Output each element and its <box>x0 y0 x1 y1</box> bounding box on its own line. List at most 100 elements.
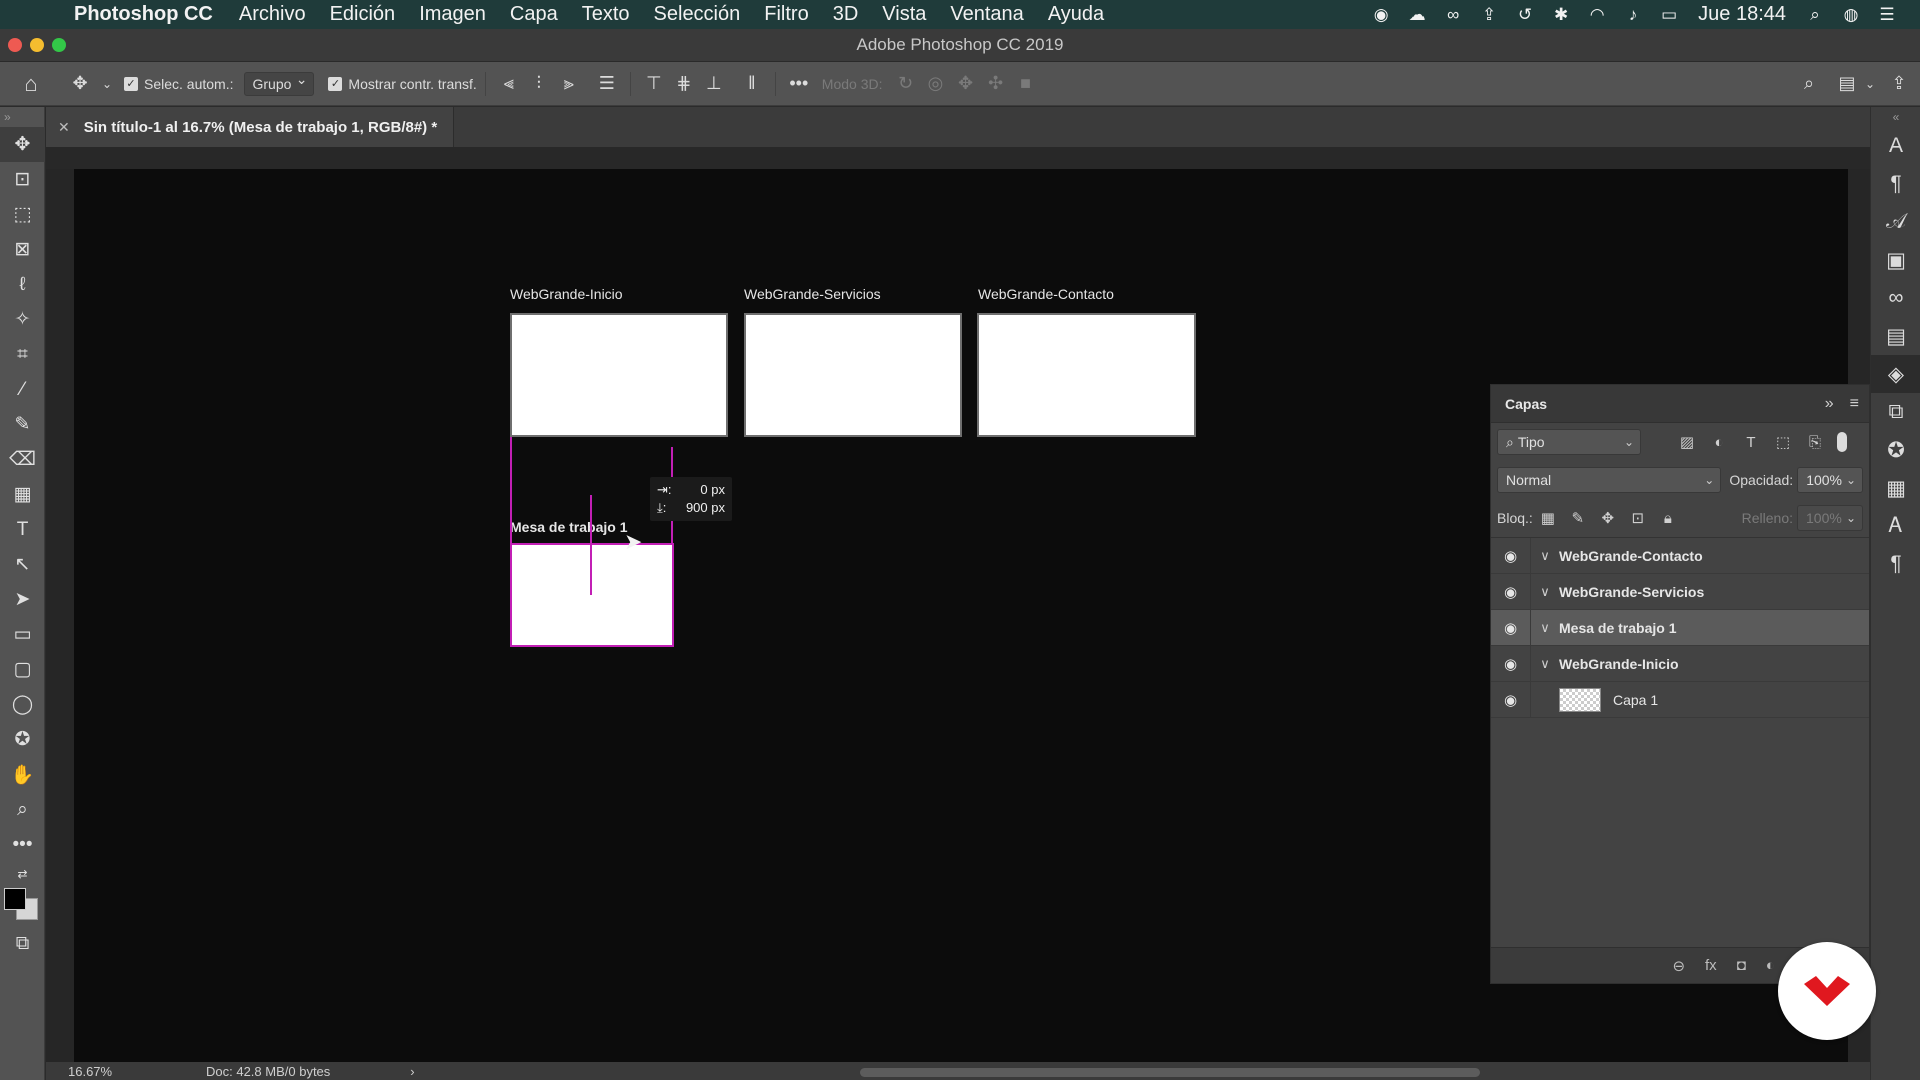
filter-adjustment-icon[interactable]: ◐ <box>1703 434 1735 451</box>
swap-colors-icon[interactable]: ⇄ <box>0 862 45 886</box>
layer-row-webgrande-servicios[interactable]: ◉ ∨ WebGrande-Servicios <box>1491 573 1869 610</box>
cloud-icon[interactable]: ☁ <box>1406 5 1428 24</box>
wifi-icon[interactable]: ◠ <box>1586 5 1608 24</box>
slide-3d-icon[interactable]: ✣ <box>981 70 1011 98</box>
minimize-window-button[interactable] <box>30 38 44 52</box>
zoom-window-button[interactable] <box>52 38 66 52</box>
brush-tool-icon[interactable]: ✎ <box>0 407 45 442</box>
bluetooth-icon[interactable]: ✱ <box>1550 5 1572 24</box>
type-tool-icon[interactable]: T <box>0 512 45 547</box>
menu-filtro[interactable]: Filtro <box>752 3 820 26</box>
foreground-color-swatch[interactable] <box>4 888 26 910</box>
artboard-webgrande-servicios[interactable] <box>744 313 962 437</box>
visibility-eye-icon[interactable]: ◉ <box>1491 573 1531 610</box>
document-tab[interactable]: ✕ Sin título-1 al 16.7% (Mesa de trabajo… <box>46 107 455 147</box>
align-bottom-icon[interactable]: ⊥ <box>699 70 729 98</box>
horizontal-scrollbar[interactable] <box>860 1068 1480 1077</box>
menu-archivo[interactable]: Archivo <box>227 3 318 26</box>
menubar-clock[interactable]: Jue 18:44 <box>1694 3 1790 26</box>
status-menu-arrow[interactable]: › <box>410 1064 414 1079</box>
menu-edicion[interactable]: Edición <box>318 3 408 26</box>
properties-panel-icon[interactable]: ▤ <box>1871 317 1920 355</box>
align-top-icon[interactable]: ⊤ <box>639 70 669 98</box>
layer-row-webgrande-inicio[interactable]: ◉ ∨ WebGrande-Inicio <box>1491 645 1869 682</box>
artboard-label-mesa-de-trabajo-1[interactable]: Mesa de trabajo 1 <box>510 519 628 535</box>
auto-select-dropdown[interactable]: Grupo <box>243 71 315 96</box>
align-horizontal-center-icon[interactable]: ⫶ <box>524 70 554 98</box>
creative-cloud-libraries-icon[interactable]: ∞ <box>1871 279 1920 317</box>
filter-type-icon[interactable]: T <box>1735 434 1767 451</box>
lock-position-icon[interactable]: ✥ <box>1593 509 1623 527</box>
path-selection-tool-icon[interactable]: ↖ <box>0 547 45 582</box>
artboard-label-servicios[interactable]: WebGrande-Servicios <box>744 286 881 302</box>
expand-chevron-icon[interactable]: ∨ <box>1531 656 1559 672</box>
pan-3d-icon[interactable]: ✥ <box>951 70 981 98</box>
menu-imagen[interactable]: Imagen <box>407 3 498 26</box>
layer-row-mesa-de-trabajo-1[interactable]: ◉ ∨ Mesa de trabajo 1 <box>1491 609 1869 646</box>
orbit-3d-icon[interactable]: ↻ <box>891 70 921 98</box>
gradient-tool-icon[interactable]: ▦ <box>0 477 45 512</box>
home-icon[interactable]: ⌂ <box>0 70 62 98</box>
layer-filter-dropdown[interactable]: ⌕ Tipo ⌄ <box>1497 429 1641 455</box>
share-icon[interactable]: ⇪ <box>1884 70 1914 98</box>
volume-icon[interactable]: ♪ <box>1622 5 1644 24</box>
time-machine-icon[interactable]: ↺ <box>1514 5 1536 24</box>
paragraph-styles-icon[interactable]: ¶ <box>1871 545 1920 583</box>
expand-chevron-icon[interactable]: ∨ <box>1531 584 1559 600</box>
sync-icon[interactable]: ⇪ <box>1478 5 1500 24</box>
collapse-panel-icon[interactable]: » <box>1825 395 1834 413</box>
frame-tool-icon[interactable]: ⊠ <box>0 232 45 267</box>
add-mask-icon[interactable]: ◘ <box>1737 957 1746 974</box>
zoom-level[interactable]: 16.67% <box>46 1064 126 1079</box>
ellipse-tool-icon[interactable]: ◯ <box>0 687 45 722</box>
close-window-button[interactable] <box>8 38 22 52</box>
artboard-tool-icon[interactable]: ⊡ <box>0 162 45 197</box>
visibility-eye-icon[interactable]: ◉ <box>1491 537 1531 574</box>
magic-wand-tool-icon[interactable]: ✧ <box>0 302 45 337</box>
roll-3d-icon[interactable]: ◎ <box>921 70 951 98</box>
crop-tool-icon[interactable]: ⌗ <box>0 337 45 372</box>
visibility-eye-icon[interactable]: ◉ <box>1491 681 1531 718</box>
channels-panel-icon[interactable]: ⧉ <box>1871 393 1920 431</box>
menu-ayuda[interactable]: Ayuda <box>1036 3 1116 26</box>
menu-app-name[interactable]: Photoshop CC <box>62 3 227 26</box>
record-icon[interactable]: ◉ <box>1370 5 1392 24</box>
new-adjustment-layer-icon[interactable]: ◐ <box>1766 957 1775 974</box>
close-tab-icon[interactable]: ✕ <box>58 119 70 136</box>
artboard-label-contacto[interactable]: WebGrande-Contacto <box>978 286 1114 302</box>
fill-field[interactable]: 100% ⌄ <box>1797 505 1863 531</box>
custom-shape-tool-icon[interactable]: ✪ <box>0 722 45 757</box>
artboard-label-inicio[interactable]: WebGrande-Inicio <box>510 286 623 302</box>
creative-cloud-icon[interactable]: ∞ <box>1442 5 1464 24</box>
artboard-webgrande-contacto[interactable] <box>977 313 1196 437</box>
notification-center-icon[interactable]: ☰ <box>1876 5 1898 24</box>
menu-ventana[interactable]: Ventana <box>938 3 1035 26</box>
spotlight-search-icon[interactable]: ⌕ <box>1804 5 1826 24</box>
align-left-icon[interactable]: ⫷ <box>494 70 524 98</box>
workspace-chevron-down-icon[interactable]: ⌄ <box>1862 70 1878 98</box>
move-tool-icon[interactable]: ✥ <box>0 127 45 162</box>
menu-texto[interactable]: Texto <box>570 3 642 26</box>
edit-toolbar-icon[interactable]: ••• <box>0 827 45 862</box>
auto-select-checkbox[interactable]: ✓ Selec. autom.: <box>124 70 234 98</box>
zoom-tool-icon[interactable]: ⌕ <box>0 792 45 827</box>
eraser-tool-icon[interactable]: ⌫ <box>0 442 45 477</box>
layer-row-webgrande-contacto[interactable]: ◉ ∨ WebGrande-Contacto <box>1491 537 1869 574</box>
filter-pixel-icon[interactable]: ▨ <box>1671 433 1703 451</box>
lock-all-icon[interactable]: 🔒︎ <box>1653 510 1683 527</box>
filter-shape-icon[interactable]: ⬚ <box>1767 433 1799 451</box>
marquee-tool-icon[interactable]: ⬚ <box>0 197 45 232</box>
menu-vista[interactable]: Vista <box>870 3 938 26</box>
character-styles-icon[interactable]: Ꭺ <box>1871 507 1920 545</box>
swatches-panel-icon[interactable]: ▦ <box>1871 469 1920 507</box>
expand-chevron-icon[interactable]: ∨ <box>1531 620 1559 636</box>
adjustments-panel-icon[interactable]: ✪ <box>1871 431 1920 469</box>
preset-chevron-down-icon[interactable]: ⌄ <box>98 70 116 98</box>
screen-mode-icon[interactable]: ⧉ <box>0 926 45 961</box>
lock-image-pixels-icon[interactable]: ✎ <box>1563 509 1593 527</box>
artboard-webgrande-inicio[interactable] <box>510 313 728 437</box>
battery-icon[interactable]: ▭ <box>1658 5 1680 24</box>
opacity-field[interactable]: 100% ⌄ <box>1797 467 1863 493</box>
distribute-horizontal-icon[interactable]: ‖ <box>737 70 767 98</box>
paragraph-panel-icon[interactable]: ¶ <box>1871 165 1920 203</box>
